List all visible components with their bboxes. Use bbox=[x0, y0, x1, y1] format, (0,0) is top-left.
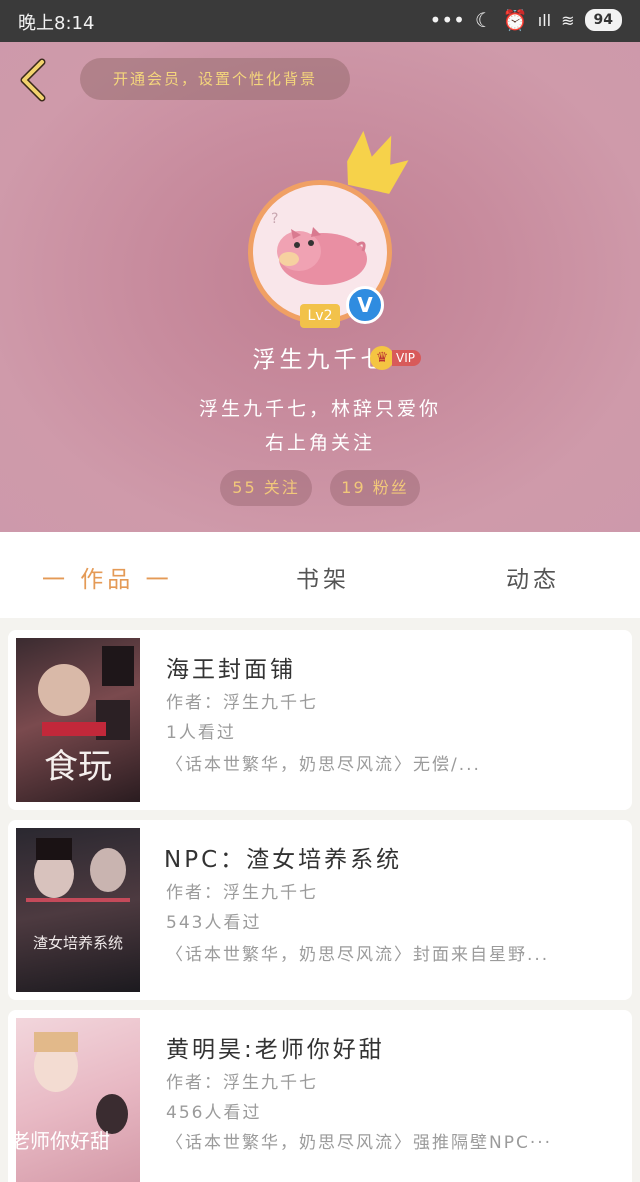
alarm-icon: ⏰ bbox=[502, 8, 528, 32]
book-description: 〈话本世繁华，奶思尽风流〉封面来自星野... bbox=[166, 945, 550, 965]
cover-title: 食玩 bbox=[44, 747, 112, 787]
book-author: 作者：浮生九千七 bbox=[166, 693, 318, 713]
book-cover: 食玩 bbox=[16, 638, 140, 802]
back-icon[interactable] bbox=[14, 56, 54, 104]
book-card[interactable]: 渣女培养系统 NPC：渣女培养系统 作者：浮生九千七 543人看过 〈话本世繁华… bbox=[8, 820, 632, 1000]
tab-feed[interactable]: 动态 bbox=[506, 560, 560, 594]
vip-badge[interactable]: ♛ VIP bbox=[370, 346, 421, 370]
book-title: 黄明昊:老师你好甜 bbox=[166, 1037, 385, 1063]
book-title: NPC：渣女培养系统 bbox=[164, 847, 403, 873]
tab-works[interactable]: 一 作品 一 bbox=[42, 560, 173, 594]
wifi-icon: ≋ bbox=[561, 10, 575, 30]
verified-icon: V bbox=[346, 286, 384, 324]
signal-icon: ıll bbox=[537, 10, 552, 30]
status-bar: 晚上8:14 ••• ☾ ⏰ ıll ≋ 94 bbox=[0, 0, 640, 42]
book-cover: 老师你好甜 bbox=[16, 1018, 140, 1182]
fans-count-button[interactable]: 19 粉丝 bbox=[330, 470, 420, 506]
following-count-button[interactable]: 55 关注 bbox=[220, 470, 312, 506]
book-views: 543人看过 bbox=[166, 913, 262, 933]
svg-text:?: ? bbox=[271, 211, 278, 227]
bio-line-2: 右上角关注 bbox=[264, 432, 375, 454]
username: 浮生九千七 bbox=[252, 347, 388, 373]
bio-line-1: 浮生九千七，林辞只爱你 bbox=[198, 398, 441, 420]
level-badge: Lv2 bbox=[300, 304, 340, 328]
vip-label: VIP bbox=[392, 350, 421, 366]
book-author: 作者：浮生九千七 bbox=[166, 1073, 318, 1093]
profile-tabs: 一 作品 一 书架 动态 bbox=[0, 532, 640, 618]
vip-crown-icon: ♛ bbox=[370, 346, 394, 370]
book-views: 456人看过 bbox=[166, 1103, 262, 1123]
status-icons: ••• ☾ ⏰ ıll ≋ 94 bbox=[430, 8, 622, 32]
cover-art-icon: 渣女培养系统 bbox=[26, 838, 130, 952]
member-banner-button[interactable]: 开通会员，设置个性化背景 bbox=[80, 58, 350, 100]
book-author: 作者：浮生九千七 bbox=[166, 883, 318, 903]
tab-bookshelf[interactable]: 书架 bbox=[296, 560, 350, 594]
cover-art-icon: 食玩 bbox=[38, 646, 134, 787]
dots-icon: ••• bbox=[429, 8, 465, 32]
book-description: 〈话本世繁华，奶思尽风流〉无偿/... bbox=[166, 755, 481, 775]
battery-icon: 94 bbox=[584, 9, 622, 31]
status-time: 晚上8:14 bbox=[18, 13, 95, 34]
book-title: 海王封面铺 bbox=[166, 657, 296, 683]
book-description: 〈话本世繁华，奶思尽风流〉强推隔壁NPC··· bbox=[166, 1133, 553, 1153]
book-card[interactable]: 老师你好甜 黄明昊:老师你好甜 作者：浮生九千七 456人看过 〈话本世繁华，奶… bbox=[8, 1010, 632, 1182]
cover-title: 老师你好甜 bbox=[16, 1129, 110, 1153]
cover-title: 渣女培养系统 bbox=[33, 934, 123, 952]
book-views: 1人看过 bbox=[166, 723, 236, 743]
moon-icon: ☾ bbox=[474, 8, 493, 32]
book-card[interactable]: 食玩 海王封面铺 作者：浮生九千七 1人看过 〈话本世繁华，奶思尽风流〉无偿/.… bbox=[8, 630, 632, 810]
profile-header: 开通会员，设置个性化背景 ? Lv2 V 浮生九千七 ♛ VIP 浮生九千七，林… bbox=[0, 42, 640, 532]
cover-art-icon: 老师你好甜 bbox=[16, 1032, 128, 1153]
book-cover: 渣女培养系统 bbox=[16, 828, 140, 992]
